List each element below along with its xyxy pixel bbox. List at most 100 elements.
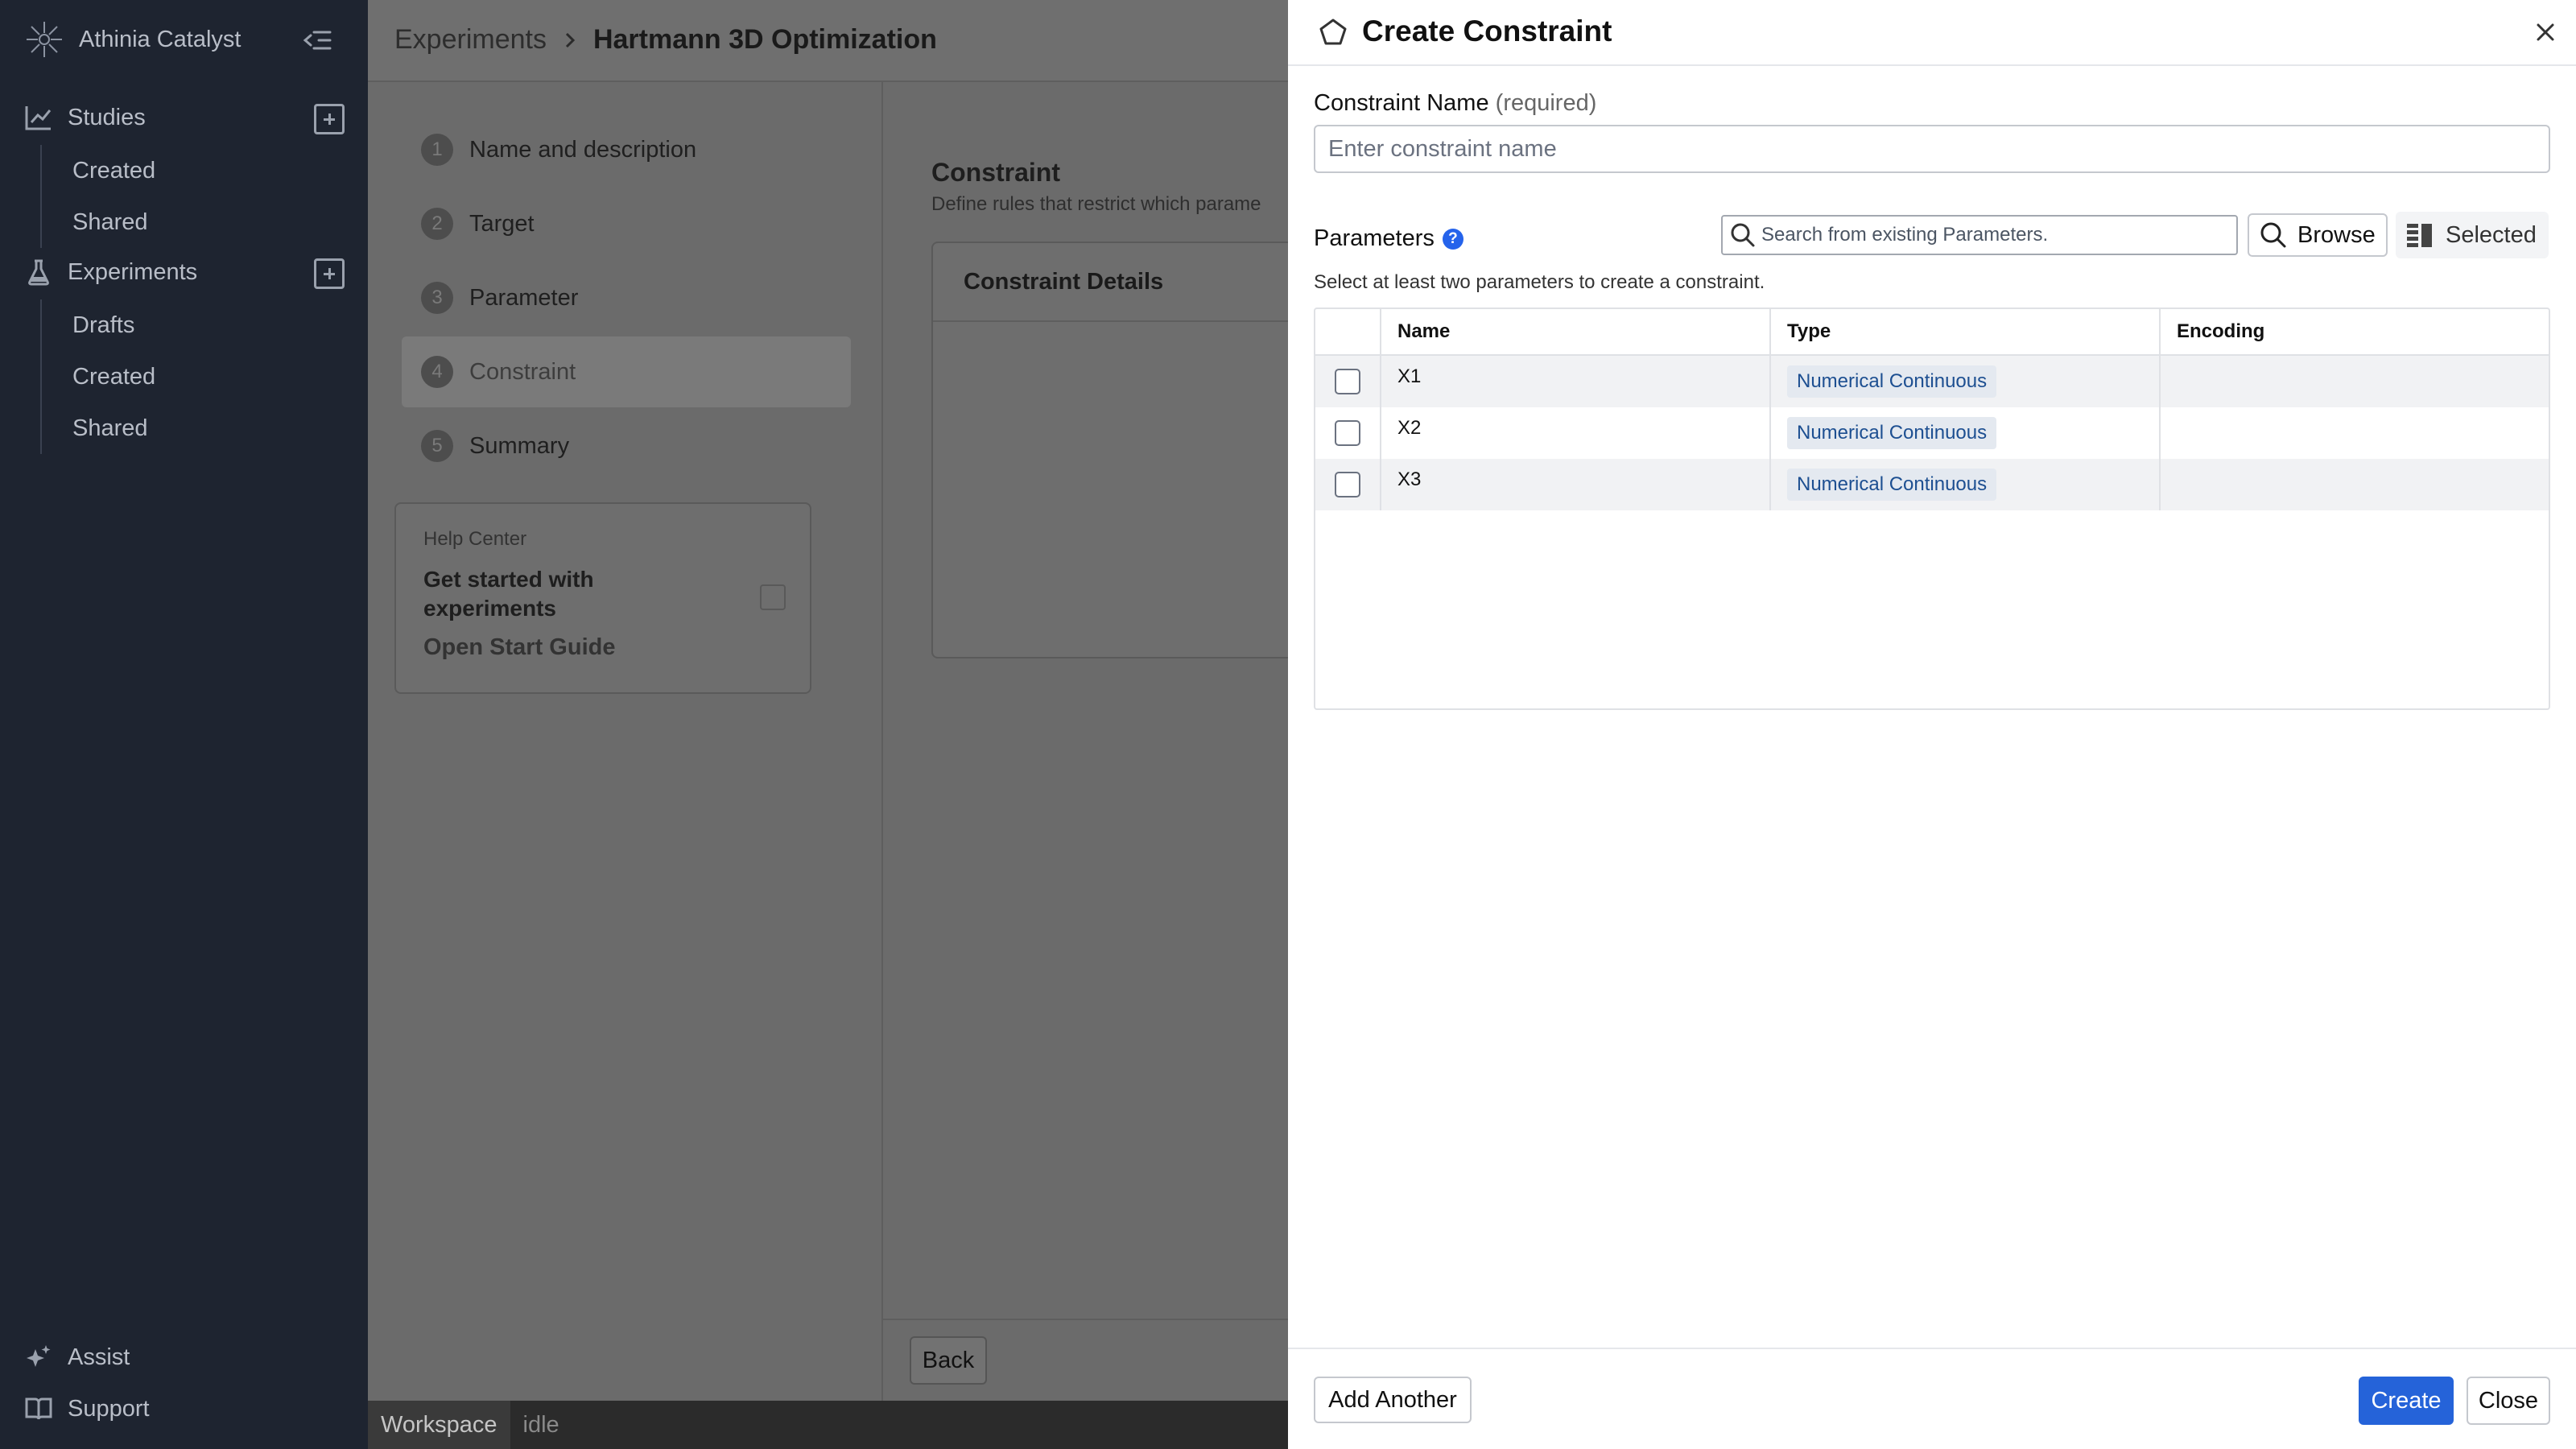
nav-support[interactable]: Support [24, 1394, 150, 1423]
parameters-table: Name Type Encoding X1 Numerical Continuo… [1314, 308, 2550, 710]
help-circle-icon[interactable]: ? [1442, 228, 1463, 250]
breadcrumb-current: Hartmann 3D Optimization [592, 24, 937, 55]
wizard-steps: 1 Name and description 2 Target 3 Parame… [368, 82, 883, 1402]
step-number: 2 [421, 208, 453, 240]
step-number: 3 [421, 282, 453, 314]
nav-studies[interactable]: Studies [24, 103, 146, 132]
column-header-encoding: Encoding [2177, 320, 2265, 342]
list-panel-icon [2407, 224, 2432, 247]
table-row[interactable]: X2 Numerical Continuous [1315, 407, 2549, 459]
parameter-encoding [2161, 407, 2549, 459]
nav-studies-shared[interactable]: Shared [72, 196, 155, 248]
column-header-type: Type [1771, 309, 2161, 354]
parameter-type-tag: Numerical Continuous [1787, 469, 1997, 501]
step-target[interactable]: 2 Target [402, 188, 851, 259]
parameter-type-tag: Numerical Continuous [1787, 365, 1997, 398]
parameters-label: Parameters ? [1314, 225, 1463, 252]
selected-label: Selected [2446, 221, 2537, 248]
table-row[interactable]: X1 Numerical Continuous [1315, 356, 2549, 407]
guide-icon [760, 584, 786, 610]
search-icon [1731, 223, 1755, 247]
close-button[interactable]: Close [2467, 1377, 2550, 1425]
step-name-description[interactable]: 1 Name and description [402, 114, 851, 185]
step-label: Parameter [469, 284, 579, 311]
nav-studies-created[interactable]: Created [72, 145, 155, 196]
back-button[interactable]: Back [910, 1336, 987, 1385]
search-icon [2260, 222, 2286, 248]
add-experiment-button[interactable] [314, 258, 345, 289]
app-name: Athinia Catalyst [79, 26, 242, 52]
constraint-section-description: Define rules that restrict which parame [931, 193, 1261, 215]
help-center-title: Get started with experiments [423, 567, 594, 621]
nav-experiments-label: Experiments [68, 258, 198, 285]
table-row[interactable]: X3 Numerical Continuous [1315, 459, 2549, 510]
selected-button[interactable]: Selected [2396, 212, 2549, 258]
row-checkbox[interactable] [1335, 420, 1360, 446]
status-text: idle [522, 1411, 559, 1438]
parameter-encoding [2161, 356, 2549, 407]
brand: Athinia Catalyst [24, 19, 242, 60]
constraint-name-label: Constraint Name (required) [1314, 90, 1596, 117]
step-parameter[interactable]: 3 Parameter [402, 262, 851, 333]
parameter-search [1721, 215, 2238, 255]
step-label: Summary [469, 432, 570, 459]
row-select-cell [1315, 407, 1381, 459]
row-checkbox[interactable] [1335, 472, 1360, 497]
drawer-footer: Add Another Create Close [1288, 1348, 2576, 1449]
nav-support-label: Support [68, 1395, 150, 1422]
step-constraint[interactable]: 4 Constraint [402, 336, 851, 407]
flask-icon [28, 259, 49, 286]
constraint-name-label-text: Constraint Name [1314, 90, 1489, 116]
chart-line-icon [25, 106, 52, 130]
breadcrumb: Experiments Hartmann 3D Optimization [394, 24, 937, 56]
collapse-sidebar-icon[interactable] [299, 23, 335, 58]
selection-hint: Select at least two parameters to create… [1314, 271, 1765, 293]
column-header-name: Name [1381, 309, 1771, 354]
parameters-label-text: Parameters [1314, 225, 1435, 251]
athinia-logo-icon [27, 22, 62, 57]
step-number: 4 [421, 356, 453, 388]
step-summary[interactable]: 5 Summary [402, 411, 851, 481]
parameter-type-cell: Numerical Continuous [1771, 356, 2161, 407]
nav-experiments-drafts[interactable]: Drafts [72, 299, 155, 351]
parameter-search-input[interactable] [1761, 224, 2212, 246]
nav-experiments-shared[interactable]: Shared [72, 402, 155, 454]
drawer-header: Create Constraint [1288, 0, 2576, 66]
parameter-name: X1 [1381, 356, 1771, 407]
required-marker: (required) [1495, 90, 1597, 116]
create-constraint-drawer: Create Constraint Constraint Name (requi… [1288, 0, 2576, 1449]
add-another-button[interactable]: Add Another [1314, 1377, 1472, 1423]
nav-assist-label: Assist [68, 1344, 130, 1370]
open-start-guide-link[interactable]: Open Start Guide [423, 634, 782, 661]
parameter-encoding [2161, 459, 2549, 510]
parameter-name: X2 [1381, 407, 1771, 459]
step-label: Target [469, 210, 535, 237]
row-select-cell [1315, 356, 1381, 407]
drawer-title: Create Constraint [1362, 14, 1612, 47]
nav-experiments[interactable]: Experiments [24, 258, 197, 287]
constraint-section-title: Constraint [931, 158, 1060, 187]
step-number: 1 [421, 134, 453, 166]
sidebar: Athinia Catalyst Studies Created Shared … [0, 0, 368, 1449]
breadcrumb-experiments-link[interactable]: Experiments [394, 24, 547, 56]
step-label: Name and description [469, 136, 697, 163]
header-select-cell [1315, 309, 1381, 354]
constraint-name-input[interactable] [1314, 125, 2550, 173]
pentagon-icon [1319, 19, 1347, 45]
experiments-subnav: Drafts Created Shared [40, 299, 155, 454]
help-center-card: Help Center Get started with experiments… [394, 502, 811, 694]
row-select-cell [1315, 459, 1381, 510]
parameter-type-cell: Numerical Continuous [1771, 459, 2161, 510]
parameter-type-cell: Numerical Continuous [1771, 407, 2161, 459]
table-header: Name Type Encoding [1315, 309, 2549, 356]
row-checkbox[interactable] [1335, 369, 1360, 394]
book-open-icon [25, 1397, 52, 1420]
browse-label: Browse [2297, 221, 2376, 248]
close-icon[interactable] [2531, 18, 2560, 47]
nav-experiments-created[interactable]: Created [72, 351, 155, 402]
help-center-label: Help Center [423, 528, 527, 550]
nav-assist[interactable]: Assist [24, 1343, 130, 1372]
create-button[interactable]: Create [2359, 1377, 2454, 1425]
add-study-button[interactable] [314, 104, 345, 134]
browse-button[interactable]: Browse [2248, 213, 2388, 257]
